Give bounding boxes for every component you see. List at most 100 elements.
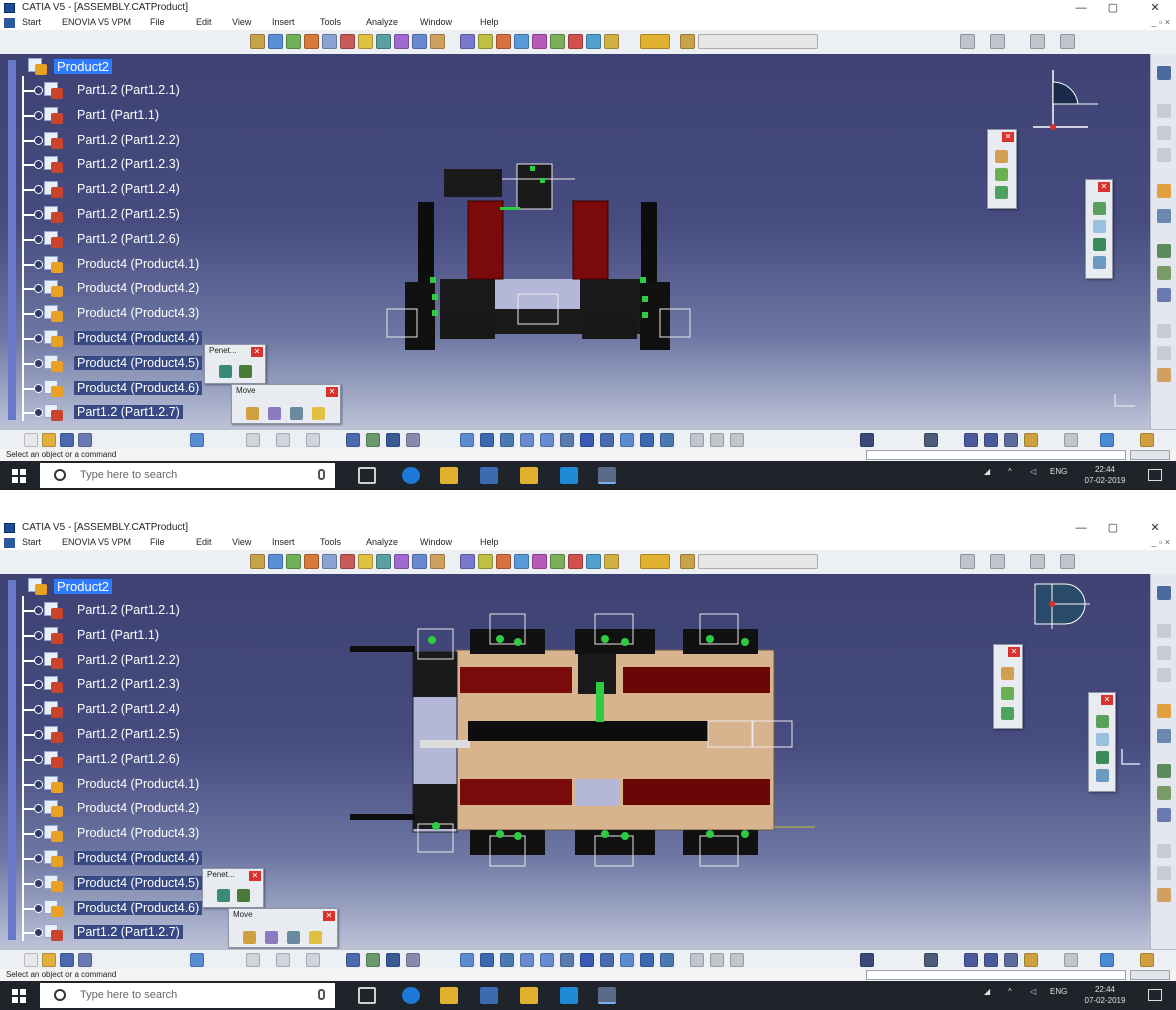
catia-taskbar-icon[interactable] xyxy=(598,467,616,484)
toolbar-icon[interactable] xyxy=(358,554,373,569)
toolbar-icon[interactable] xyxy=(1157,244,1171,258)
print-icon[interactable] xyxy=(78,953,92,967)
menu-analyze[interactable]: Analyze xyxy=(366,17,398,27)
toolbar-icon[interactable] xyxy=(568,34,583,49)
toolbar-icon[interactable] xyxy=(1001,707,1014,720)
menu-insert[interactable]: Insert xyxy=(272,17,295,27)
rotate-icon[interactable] xyxy=(500,953,514,967)
toolbar-icon[interactable] xyxy=(1157,324,1171,338)
toolbar-icon[interactable] xyxy=(286,34,301,49)
windows-logo-icon[interactable] xyxy=(12,989,26,1003)
catia-taskbar-icon[interactable] xyxy=(598,987,616,1004)
toolbar-icon[interactable] xyxy=(1157,808,1171,822)
toolbar-icon[interactable] xyxy=(1024,953,1038,967)
toolbar-icon[interactable] xyxy=(990,34,1005,49)
menu-view[interactable]: View xyxy=(232,17,251,27)
undo-icon[interactable] xyxy=(190,433,204,447)
command-input[interactable] xyxy=(866,970,1126,980)
toolbar-icon[interactable] xyxy=(620,953,634,967)
toolbar-icon[interactable] xyxy=(1093,256,1106,269)
menu-window[interactable]: Window xyxy=(420,537,452,547)
toolbar-icon[interactable] xyxy=(1157,184,1171,198)
toolbar-icon[interactable] xyxy=(1024,433,1038,447)
toolbar-icon[interactable] xyxy=(1096,715,1109,728)
move-toolbar[interactable]: Move ✕ xyxy=(231,384,341,424)
toolbar-icon[interactable] xyxy=(287,931,300,944)
toolbar-icon[interactable] xyxy=(660,953,674,967)
toolbar-icon[interactable] xyxy=(710,953,724,967)
menu-edit[interactable]: Edit xyxy=(196,537,212,547)
compass-icon[interactable] xyxy=(1030,579,1110,649)
maximize-button[interactable]: ▢ xyxy=(1098,0,1128,16)
toolbar-icon[interactable] xyxy=(1157,368,1171,382)
toolbar-icon[interactable] xyxy=(366,433,380,447)
toolbar-icon[interactable] xyxy=(1157,866,1171,880)
3d-viewport[interactable]: Product2 Part1.2 (Part1.2.1) Part1 (Part1… xyxy=(0,54,1150,429)
toolbar-icon[interactable] xyxy=(460,554,475,569)
toolbar-icon[interactable] xyxy=(366,953,380,967)
app-icon[interactable] xyxy=(520,467,538,484)
toolbar-icon[interactable] xyxy=(604,34,619,49)
expand-toggle-icon[interactable] xyxy=(34,259,43,269)
toolbar-icon[interactable] xyxy=(1060,34,1075,49)
toolbar-icon[interactable] xyxy=(960,34,975,49)
toolbar-icon[interactable] xyxy=(1157,288,1171,302)
toolbar-icon[interactable] xyxy=(1093,220,1106,233)
toolbar-icon[interactable] xyxy=(1157,266,1171,280)
rotate-icon[interactable] xyxy=(500,433,514,447)
toolbar-icon[interactable] xyxy=(290,407,303,420)
expand-toggle-icon[interactable] xyxy=(34,110,43,120)
menu-view[interactable]: View xyxy=(232,537,251,547)
task-view-icon[interactable] xyxy=(358,467,376,484)
close-icon[interactable]: ✕ xyxy=(1002,132,1014,142)
volume-icon[interactable]: ◁ xyxy=(1030,467,1036,476)
toolbar-icon[interactable] xyxy=(640,433,654,447)
pan-icon[interactable] xyxy=(480,953,494,967)
toolbar-icon[interactable] xyxy=(346,953,360,967)
penetration-toolbar[interactable]: Penet... ✕ xyxy=(204,344,266,384)
menu-start[interactable]: Start xyxy=(22,17,41,27)
toolbar-icon[interactable] xyxy=(322,34,337,49)
expand-toggle-icon[interactable] xyxy=(34,754,43,764)
toolbar-icon[interactable] xyxy=(1157,888,1171,902)
toolbar-icon[interactable] xyxy=(394,34,409,49)
toolbar-icon[interactable] xyxy=(268,554,283,569)
tree-scroll-indicator[interactable] xyxy=(8,60,16,420)
move-toolbar[interactable]: Move ✕ xyxy=(228,908,338,948)
pan-icon[interactable] xyxy=(480,433,494,447)
toolbar-icon[interactable] xyxy=(1157,104,1171,118)
taskbar-clock[interactable]: 22:44 07-02-2019 xyxy=(1080,984,1130,1006)
toolbar-icon[interactable] xyxy=(250,554,265,569)
toolbar-icon[interactable] xyxy=(376,34,391,49)
command-button[interactable] xyxy=(1130,970,1170,980)
toolbar-icon[interactable] xyxy=(960,554,975,569)
toolbar-icon[interactable] xyxy=(1030,554,1045,569)
minimize-button[interactable]: — xyxy=(1066,520,1096,536)
toolbar-icon[interactable] xyxy=(460,34,475,49)
toolbar-icon[interactable] xyxy=(1157,646,1171,660)
open-icon[interactable] xyxy=(42,433,56,447)
toolbar-icon[interactable] xyxy=(478,554,493,569)
toolbar-icon[interactable] xyxy=(1100,953,1114,967)
toolbar-icon[interactable] xyxy=(532,34,547,49)
tree-scroll-indicator[interactable] xyxy=(8,580,16,940)
toolbar-icon[interactable] xyxy=(860,433,874,447)
edge-browser-icon[interactable] xyxy=(402,987,420,1004)
expand-toggle-icon[interactable] xyxy=(34,358,43,368)
toolbar-icon[interactable] xyxy=(1004,953,1018,967)
expand-toggle-icon[interactable] xyxy=(34,234,43,244)
network-icon[interactable]: ◢ xyxy=(984,987,990,996)
toolbar-icon[interactable] xyxy=(984,953,998,967)
toolbar-icon[interactable] xyxy=(1157,209,1171,223)
expand-toggle-icon[interactable] xyxy=(34,383,43,393)
toolbar-icon[interactable] xyxy=(964,953,978,967)
notifications-icon[interactable] xyxy=(1148,469,1162,481)
toolbar-icon[interactable] xyxy=(1096,769,1109,782)
zoom-in-icon[interactable] xyxy=(520,953,534,967)
task-view-icon[interactable] xyxy=(358,987,376,1004)
menu-tools[interactable]: Tools xyxy=(320,17,341,27)
toolbar-icon[interactable] xyxy=(680,554,695,569)
toolbar-icon[interactable] xyxy=(690,953,704,967)
toolbar-icon[interactable] xyxy=(1157,668,1171,682)
command-button[interactable] xyxy=(1130,450,1170,460)
